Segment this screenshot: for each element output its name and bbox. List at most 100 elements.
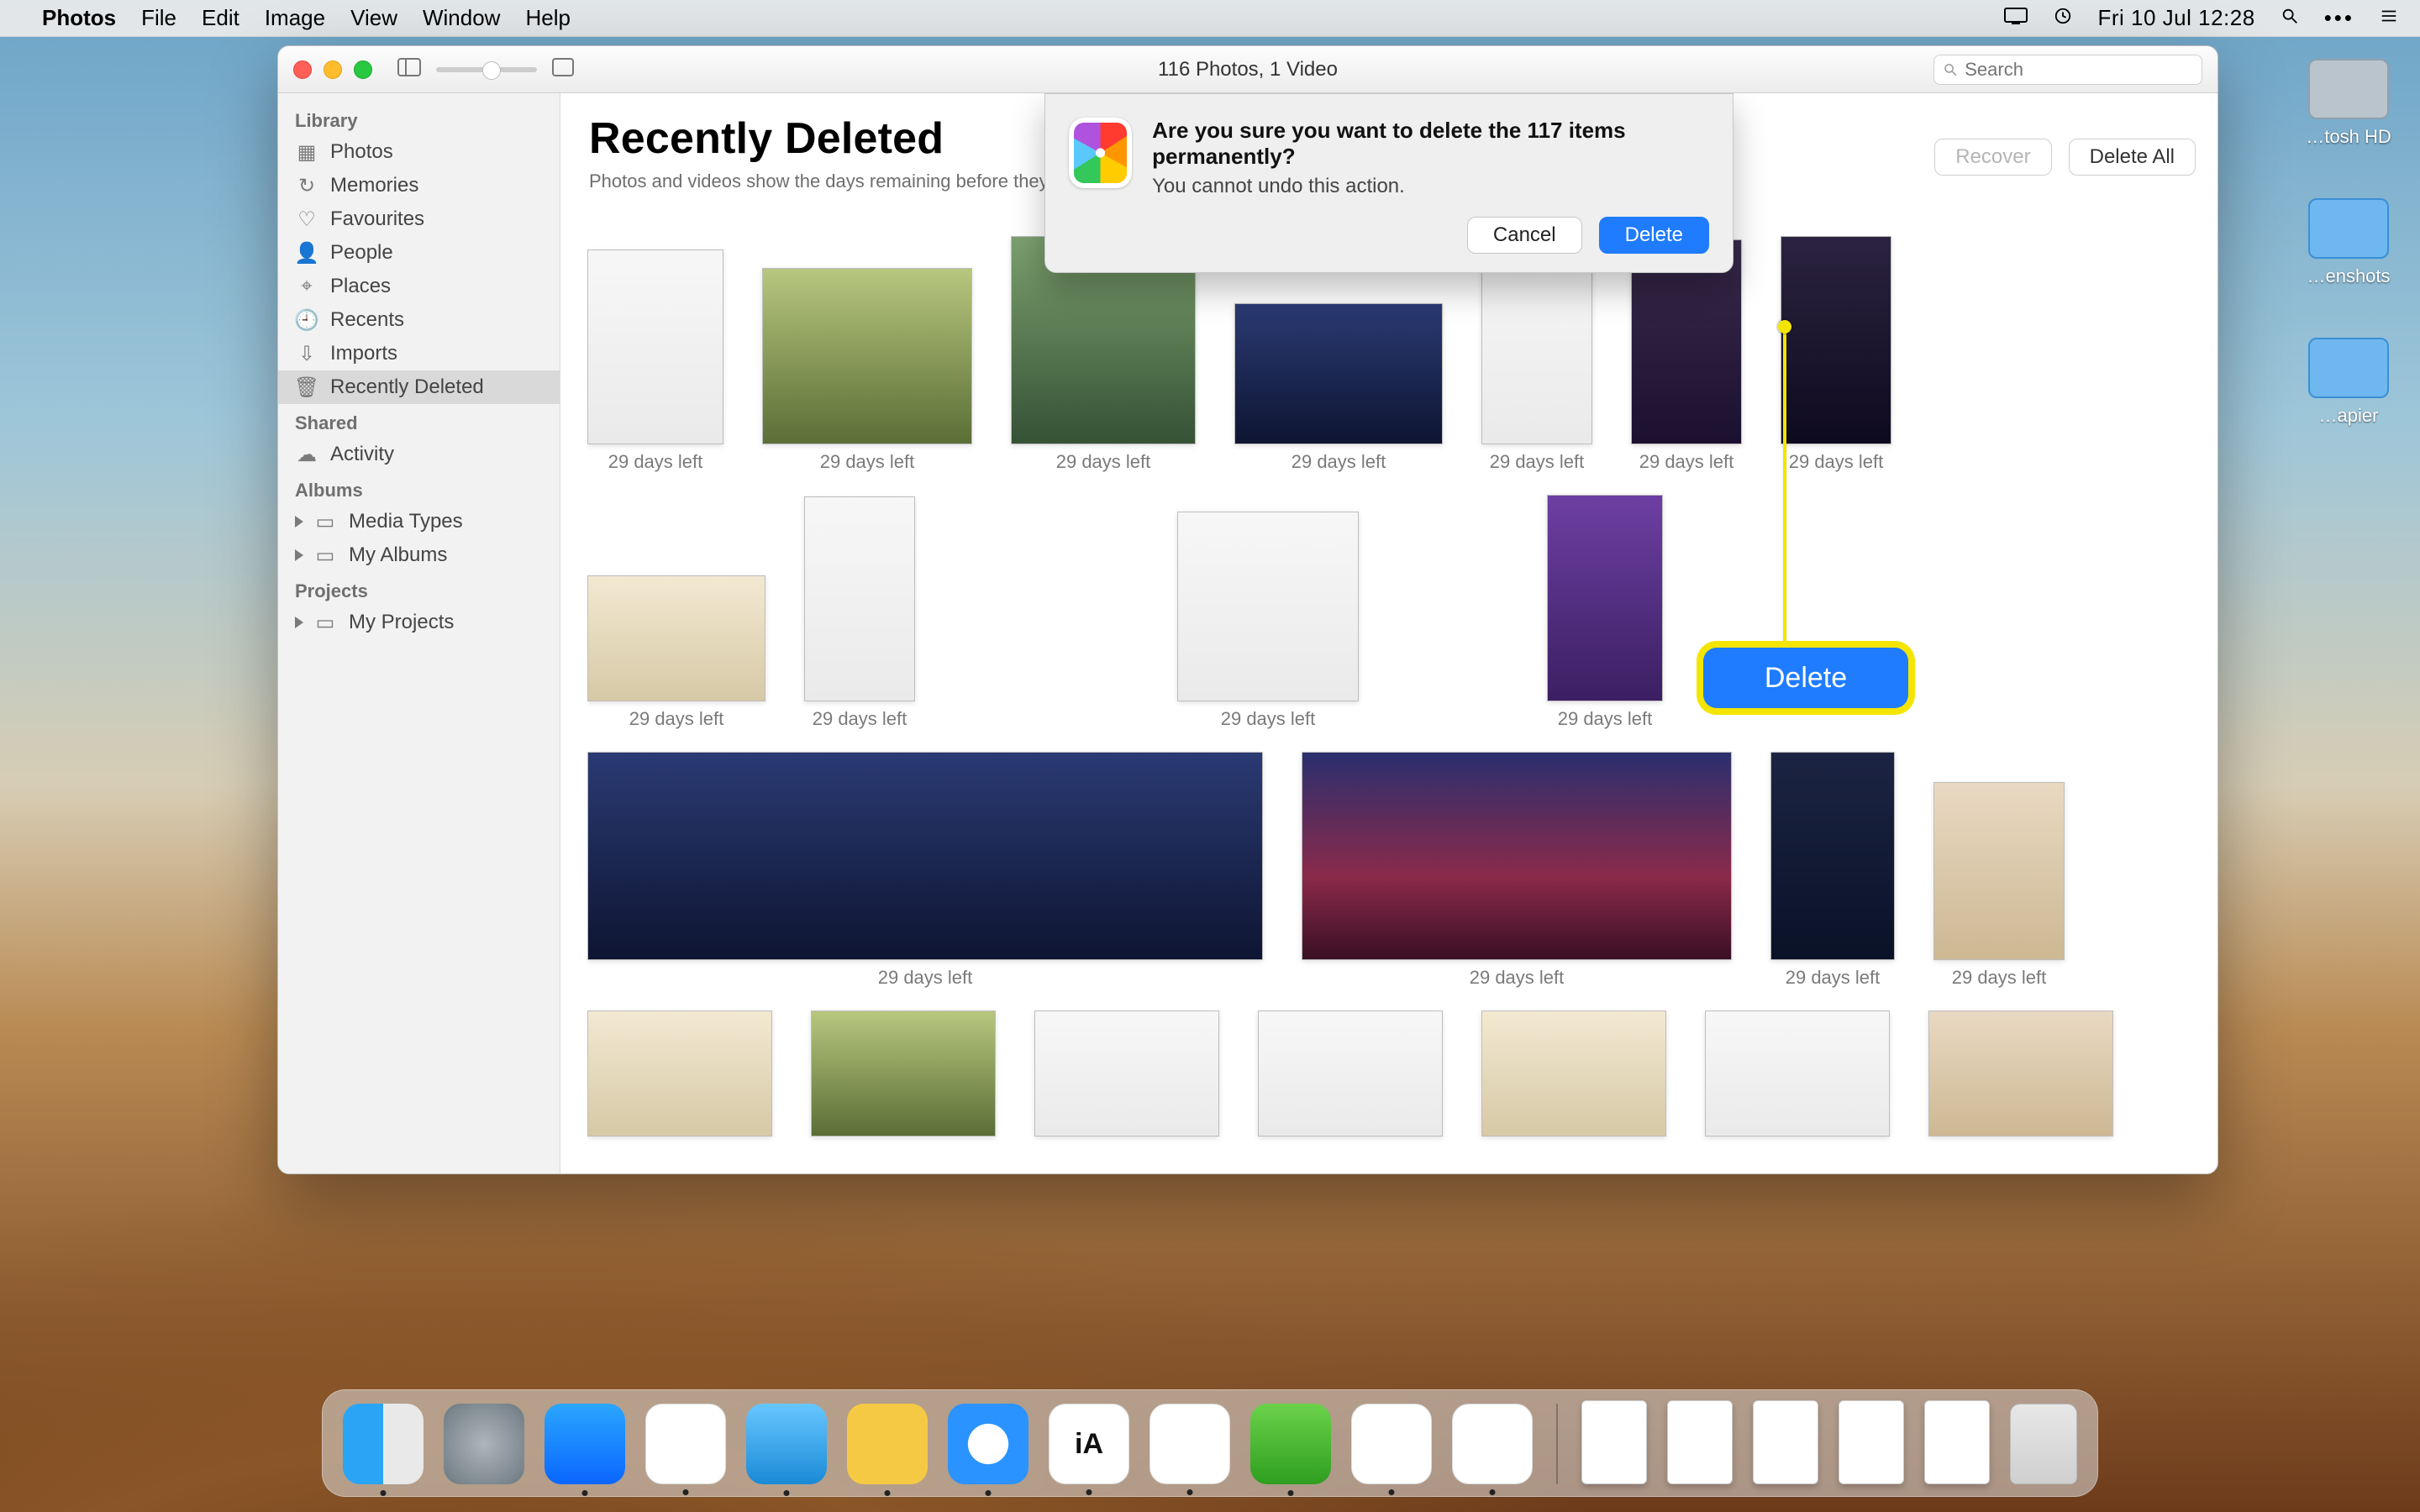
window-close-button[interactable] <box>293 60 312 79</box>
zoom-slider[interactable] <box>436 67 537 72</box>
photos-app-icon <box>1069 118 1132 188</box>
dock-trash[interactable] <box>2010 1404 2077 1484</box>
window-titlebar[interactable]: 116 Photos, 1 Video <box>278 46 2217 93</box>
photo-item[interactable]: 29 days left <box>587 249 723 473</box>
dock-photos[interactable] <box>1452 1404 1533 1484</box>
dock-notes[interactable] <box>1351 1404 1432 1484</box>
recover-button[interactable]: Recover <box>1934 139 2051 176</box>
siri-menu-icon[interactable]: ••• <box>2324 5 2354 31</box>
photo-item[interactable] <box>1705 1011 1890 1137</box>
dock-ia-writer[interactable]: iA <box>1049 1404 1129 1484</box>
dock-safari[interactable] <box>948 1404 1028 1484</box>
days-left-label: 29 days left <box>608 451 703 473</box>
disclosure-icon[interactable] <box>295 516 303 528</box>
dock-recent-doc[interactable] <box>1924 1400 1990 1484</box>
dock-recent-doc[interactable] <box>1753 1400 1818 1484</box>
delete-all-button[interactable]: Delete All <box>2069 139 2196 176</box>
sidebar-header-projects: Projects <box>278 572 560 606</box>
sidebar-item-activity[interactable]: ☁Activity <box>278 438 560 471</box>
annotation-dot <box>1778 320 1791 333</box>
dock-app-6[interactable] <box>847 1404 928 1484</box>
photo-item[interactable] <box>811 1011 996 1137</box>
sidebar-item-my-albums[interactable]: ▭My Albums <box>278 538 560 572</box>
cloud-icon: ☁ <box>295 444 318 465</box>
thumbnail-size-icon[interactable] <box>552 58 574 81</box>
photo-item[interactable] <box>1034 1011 1219 1137</box>
photo-item[interactable]: 29 days left <box>1302 752 1732 989</box>
sidebar-item-places[interactable]: ⌖Places <box>278 270 560 303</box>
dock-calendar[interactable] <box>645 1404 726 1484</box>
photo-item[interactable] <box>587 1011 772 1137</box>
menu-help[interactable]: Help <box>525 5 570 31</box>
window-minimize-button[interactable] <box>324 60 342 79</box>
photo-item[interactable]: 29 days left <box>587 575 765 730</box>
time-machine-menu-icon[interactable] <box>2050 5 2075 31</box>
photo-item[interactable]: 29 days left <box>1770 752 1895 989</box>
sidebar-toggle-icon[interactable] <box>397 58 421 81</box>
trash-icon: 🗑 <box>295 377 318 397</box>
sidebar-item-people[interactable]: 👤People <box>278 236 560 270</box>
active-app-name[interactable]: Photos <box>42 5 116 31</box>
display-menu-icon[interactable] <box>2003 5 2028 31</box>
search-input[interactable] <box>1965 59 2193 81</box>
window-zoom-button[interactable] <box>354 60 372 79</box>
notification-center-icon[interactable] <box>2376 5 2402 31</box>
photo-item[interactable]: 29 days left <box>1781 236 1891 473</box>
sidebar-item-recents[interactable]: 🕘Recents <box>278 303 560 337</box>
photo-item[interactable]: 29 days left <box>1933 782 2065 989</box>
thumbnail-image <box>811 1011 996 1137</box>
sidebar-item-favourites[interactable]: ♡Favourites <box>278 202 560 236</box>
search-field[interactable] <box>1933 55 2202 85</box>
menu-edit[interactable]: Edit <box>202 5 239 31</box>
disclosure-icon[interactable] <box>295 549 303 561</box>
window-traffic-lights <box>293 60 372 79</box>
menu-bar-datetime[interactable]: Fri 10 Jul 12:28 <box>2097 5 2254 31</box>
photo-item[interactable]: 29 days left <box>1177 512 1359 730</box>
photo-item[interactable]: 29 days left <box>1234 303 1443 473</box>
menu-view[interactable]: View <box>350 5 397 31</box>
dock-app-store[interactable] <box>544 1404 625 1484</box>
desktop-icon-screenshots[interactable]: …enshots <box>2298 198 2399 287</box>
dock-recent-doc[interactable] <box>1581 1400 1647 1484</box>
sidebar-item-photos[interactable]: ▦Photos <box>278 135 560 169</box>
project-icon: ▭ <box>313 612 337 633</box>
confirm-delete-dialog: Are you sure you want to delete the 117 … <box>1044 93 1733 273</box>
desktop-icon-papier[interactable]: …apier <box>2298 338 2399 427</box>
photo-item[interactable] <box>1928 1011 2113 1137</box>
disclosure-icon[interactable] <box>295 617 303 628</box>
photo-item[interactable]: 29 days left <box>1481 241 1592 473</box>
spotlight-icon[interactable] <box>2277 5 2302 31</box>
menu-bar: Photos File Edit Image View Window Help … <box>0 0 2420 37</box>
thumbnail-image <box>1933 782 2065 960</box>
photo-item[interactable] <box>1258 1011 1443 1137</box>
menu-window[interactable]: Window <box>423 5 500 31</box>
dock-slack[interactable] <box>1150 1404 1230 1484</box>
dialog-cancel-button[interactable]: Cancel <box>1467 217 1582 254</box>
desktop-icon-macintosh-hd[interactable]: …tosh HD <box>2298 59 2399 148</box>
photo-item[interactable]: 29 days left <box>1547 495 1663 730</box>
sidebar-item-imports[interactable]: ⇩Imports <box>278 337 560 370</box>
dock-app-10[interactable] <box>1250 1404 1331 1484</box>
photo-item[interactable]: 29 days left <box>587 752 1263 989</box>
dock-finder[interactable] <box>343 1404 424 1484</box>
thumbnail-image <box>587 249 723 444</box>
sidebar-item-media-types[interactable]: ▭Media Types <box>278 505 560 538</box>
menu-file[interactable]: File <box>141 5 176 31</box>
photo-item[interactable]: 29 days left <box>762 268 972 473</box>
thumbnail-image <box>1781 236 1891 444</box>
dock-launchpad[interactable] <box>444 1404 524 1484</box>
dock-recent-doc[interactable] <box>1839 1400 1904 1484</box>
menu-image[interactable]: Image <box>265 5 325 31</box>
sidebar-item-memories[interactable]: ↻Memories <box>278 169 560 202</box>
dock-recent-doc[interactable] <box>1667 1400 1733 1484</box>
days-left-label: 29 days left <box>813 708 908 730</box>
photo-item[interactable]: 29 days left <box>804 496 915 730</box>
dock-mail[interactable] <box>746 1404 827 1484</box>
sidebar: Library ▦Photos ↻Memories ♡Favourites 👤P… <box>278 93 560 1173</box>
dialog-delete-button[interactable]: Delete <box>1599 217 1709 254</box>
folder-icon <box>2308 198 2389 259</box>
photo-item[interactable]: 29 days left <box>1631 239 1742 473</box>
sidebar-item-recently-deleted[interactable]: 🗑Recently Deleted <box>278 370 560 404</box>
photo-item[interactable] <box>1481 1011 1666 1137</box>
sidebar-item-my-projects[interactable]: ▭My Projects <box>278 606 560 639</box>
